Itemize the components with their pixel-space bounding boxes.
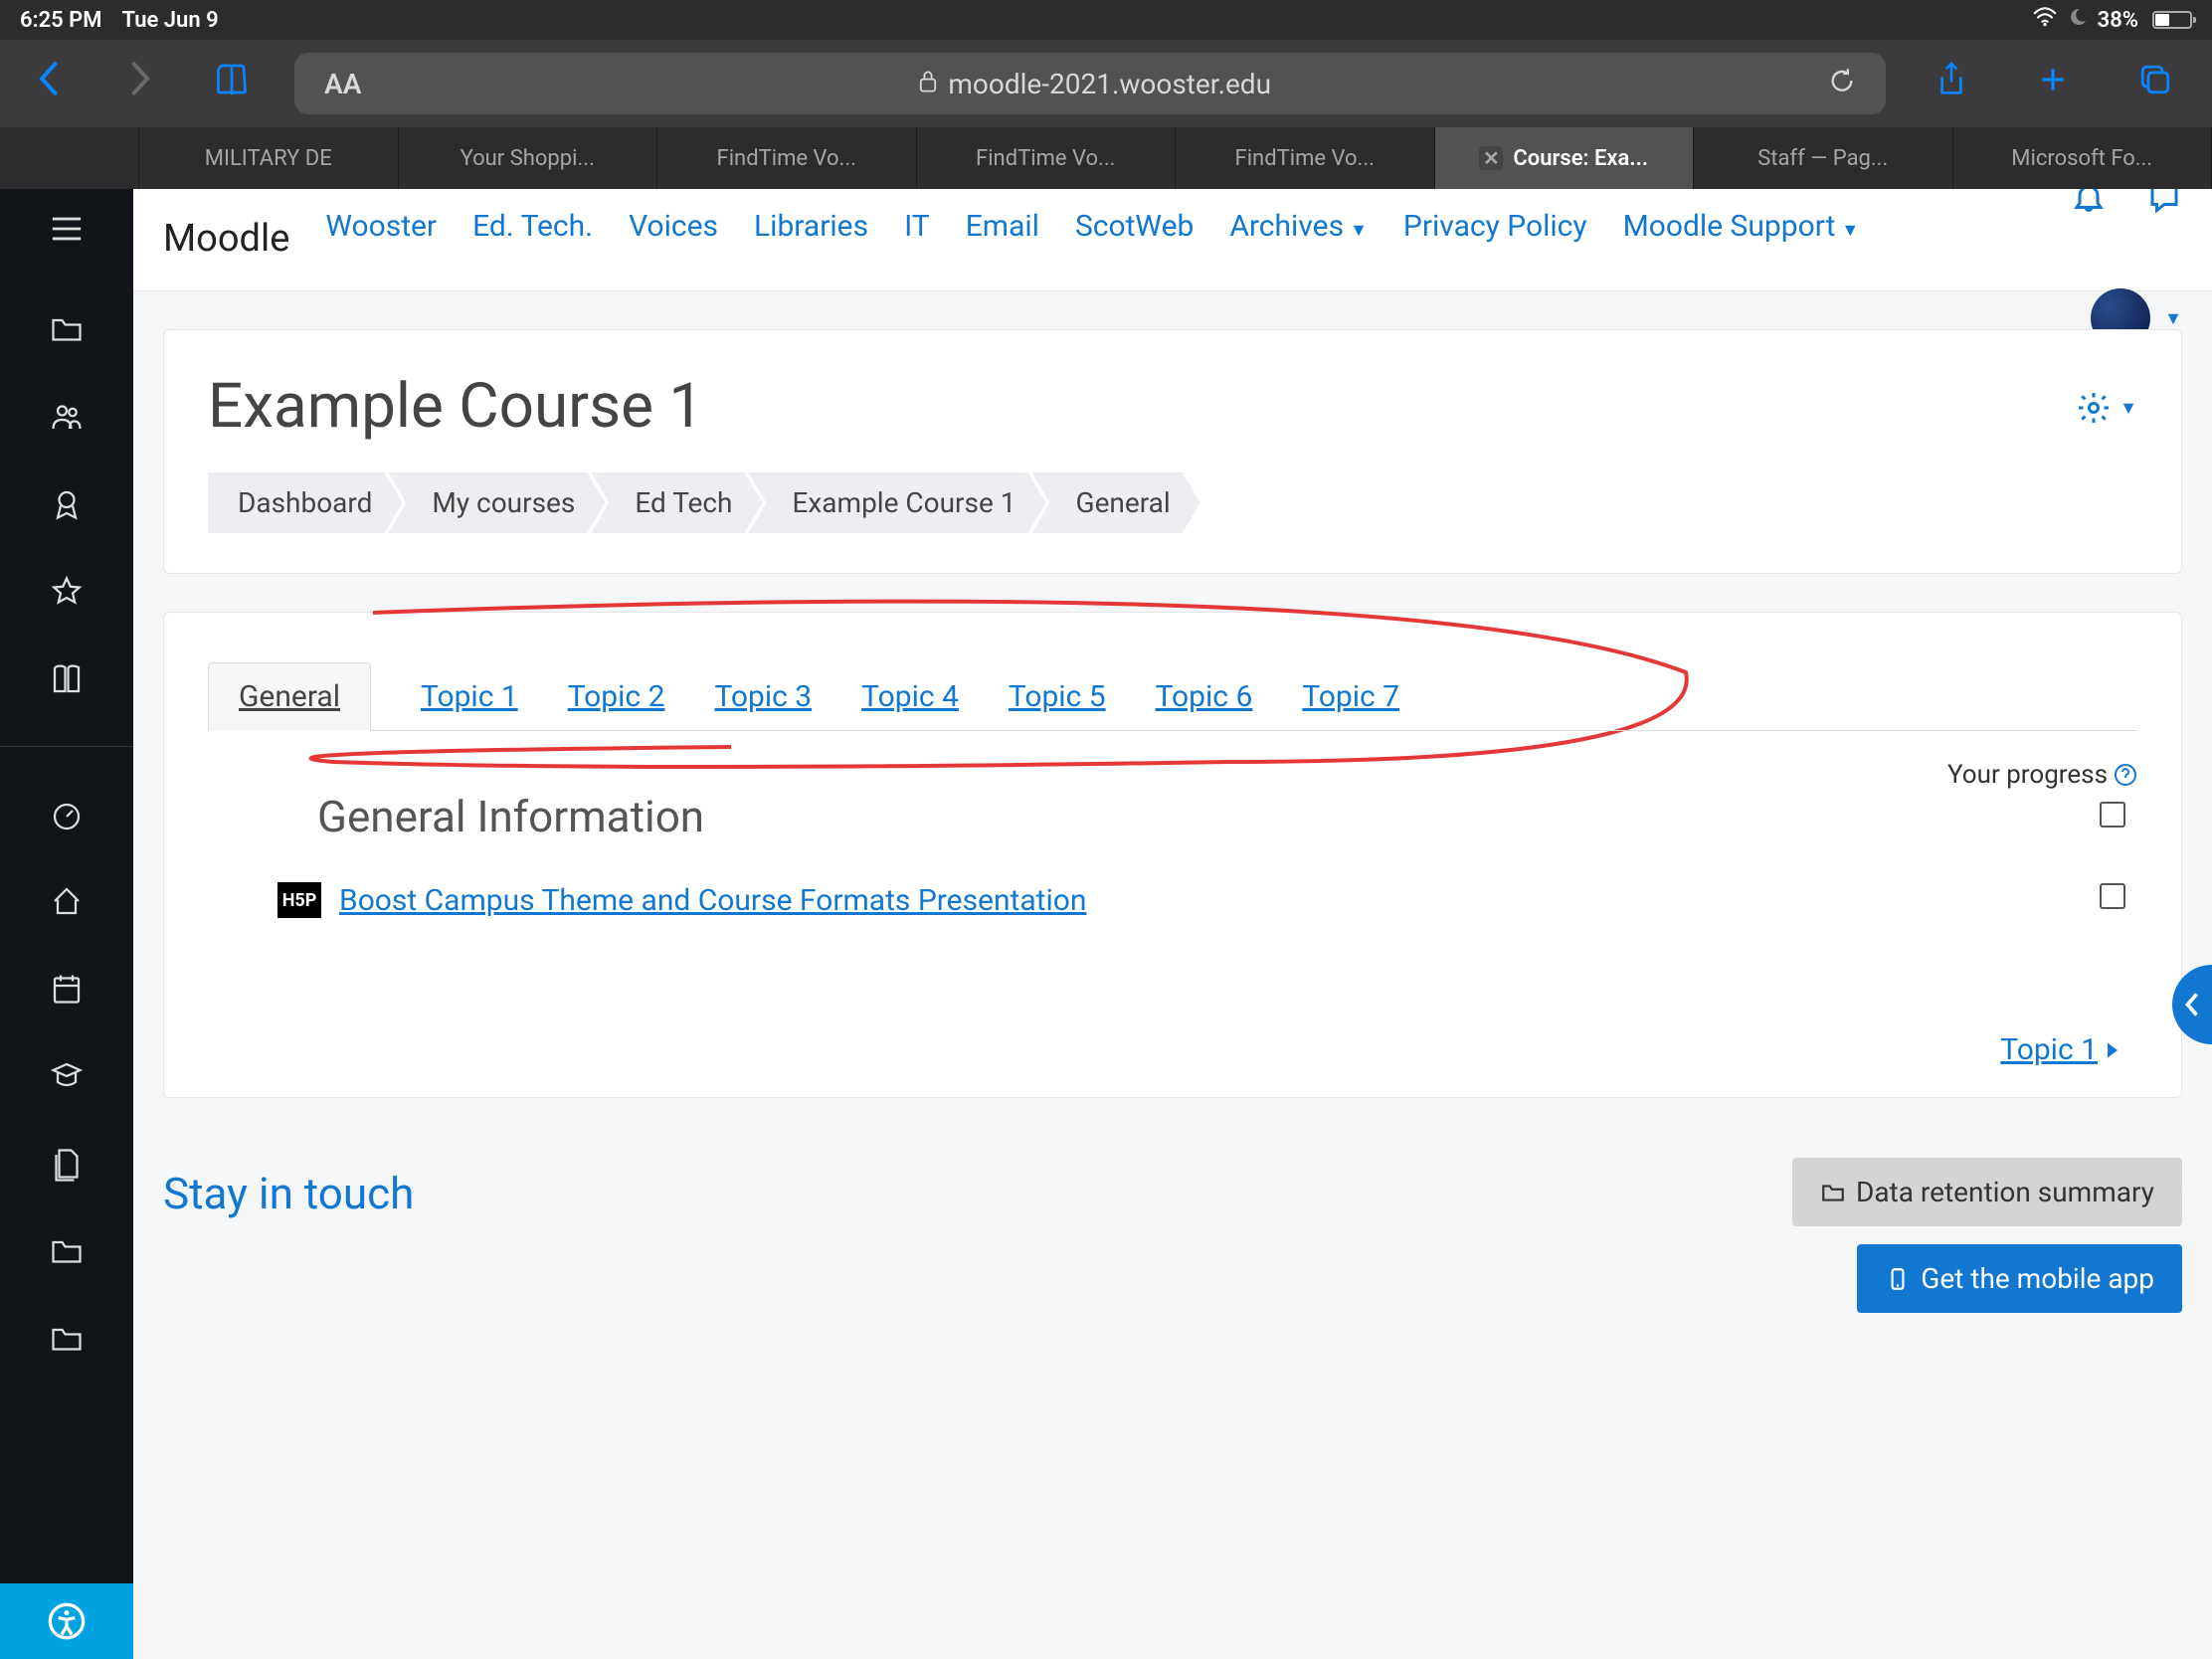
battery-percent: 38% bbox=[2098, 8, 2138, 33]
lock-icon bbox=[918, 68, 938, 100]
grades-icon[interactable] bbox=[46, 658, 88, 700]
browser-tab[interactable]: MILITARY DE bbox=[139, 127, 399, 189]
tab-topic5[interactable]: Topic 5 bbox=[1009, 663, 1106, 730]
activity-link[interactable]: Boost Campus Theme and Course Formats Pr… bbox=[339, 883, 1086, 918]
completion-checkbox[interactable] bbox=[2100, 802, 2125, 828]
h5p-icon: H5P bbox=[277, 882, 321, 918]
browser-tab-active[interactable]: ✕Course: Exa... bbox=[1435, 127, 1695, 189]
wifi-icon bbox=[2032, 7, 2058, 33]
nav-libraries[interactable]: Libraries bbox=[754, 209, 868, 244]
forward-button[interactable] bbox=[109, 58, 169, 109]
new-tab-button[interactable] bbox=[2017, 63, 2089, 104]
chevron-down-icon: ▼ bbox=[2164, 308, 2182, 329]
bookmarks-button[interactable] bbox=[199, 58, 265, 109]
folder-icon[interactable] bbox=[46, 308, 88, 350]
course-settings-button[interactable]: ▼ bbox=[2076, 390, 2137, 426]
folder3-icon[interactable] bbox=[46, 1318, 88, 1360]
nav-wooster[interactable]: Wooster bbox=[325, 209, 437, 244]
url-text: moodle-2021.wooster.edu bbox=[948, 68, 1271, 100]
moodle-brand[interactable]: Moodle bbox=[163, 217, 289, 261]
help-icon[interactable] bbox=[2114, 763, 2137, 787]
files-icon[interactable] bbox=[46, 1143, 88, 1185]
tabs-button[interactable] bbox=[2119, 63, 2192, 105]
browser-tab[interactable]: Your Shoppi... bbox=[399, 127, 658, 189]
crumb-general[interactable]: General bbox=[1032, 472, 1200, 533]
safari-tabs: MILITARY DE Your Shoppi... FindTime Vo..… bbox=[0, 127, 2212, 189]
nav-edtech[interactable]: Ed. Tech. bbox=[472, 209, 593, 244]
home-icon[interactable] bbox=[46, 880, 88, 922]
status-date: Tue Jun 9 bbox=[122, 8, 219, 33]
crumb-mycourses[interactable]: My courses bbox=[388, 472, 605, 533]
accessibility-button[interactable] bbox=[0, 1583, 133, 1659]
crumb-edtech[interactable]: Ed Tech bbox=[591, 472, 762, 533]
nav-archives[interactable]: Archives▼ bbox=[1229, 209, 1368, 244]
tab-topic3[interactable]: Topic 3 bbox=[714, 663, 812, 730]
url-bar[interactable]: AA moodle-2021.wooster.edu bbox=[294, 53, 1886, 114]
messages-icon[interactable] bbox=[2146, 189, 2182, 223]
course-title: Example Course 1 bbox=[208, 370, 2137, 443]
close-tab-icon[interactable]: ✕ bbox=[1479, 146, 1503, 170]
reload-button[interactable] bbox=[1828, 67, 1856, 101]
competencies-icon[interactable] bbox=[46, 571, 88, 613]
main-content: Moodle Wooster Ed. Tech. Voices Librarie… bbox=[133, 189, 2212, 1659]
course-content: General Topic 1 Topic 2 Topic 3 Topic 4 … bbox=[163, 612, 2182, 1098]
browser-tab[interactable]: FindTime Vo... bbox=[917, 127, 1177, 189]
back-button[interactable] bbox=[20, 58, 80, 109]
tab-general[interactable]: General bbox=[208, 662, 371, 731]
crumb-course[interactable]: Example Course 1 bbox=[748, 472, 1045, 533]
text-size-button[interactable]: AA bbox=[324, 68, 361, 100]
notifications-icon[interactable] bbox=[2071, 189, 2107, 223]
tab-topic7[interactable]: Topic 7 bbox=[1302, 663, 1399, 730]
moon-icon bbox=[2068, 7, 2088, 33]
browser-tab[interactable]: FindTime Vo... bbox=[1176, 127, 1435, 189]
breadcrumb: Dashboard My courses Ed Tech Example Cou… bbox=[208, 472, 2137, 533]
moodle-top-nav: Moodle Wooster Ed. Tech. Voices Librarie… bbox=[133, 189, 2212, 291]
completion-checkbox[interactable] bbox=[2100, 883, 2125, 909]
participants-icon[interactable] bbox=[46, 396, 88, 438]
folder2-icon[interactable] bbox=[46, 1230, 88, 1272]
page-footer: Stay in touch Data retention summary Get… bbox=[133, 1128, 2212, 1319]
calendar-icon[interactable] bbox=[46, 968, 88, 1010]
browser-tab[interactable]: Microsoft Fo... bbox=[1953, 127, 2212, 189]
nav-voices[interactable]: Voices bbox=[629, 209, 718, 244]
tab-topic2[interactable]: Topic 2 bbox=[568, 663, 665, 730]
browser-tab[interactable]: FindTime Vo... bbox=[657, 127, 917, 189]
nav-it[interactable]: IT bbox=[904, 209, 930, 244]
safari-toolbar: AA moodle-2021.wooster.edu bbox=[0, 40, 2212, 127]
dashboard-icon[interactable] bbox=[46, 793, 88, 834]
activity-item: H5P Boost Campus Theme and Course Format… bbox=[277, 882, 2137, 918]
tab-topic4[interactable]: Topic 4 bbox=[861, 663, 959, 730]
next-topic-link[interactable]: Topic 1 bbox=[2000, 1032, 2121, 1067]
nav-privacy[interactable]: Privacy Policy bbox=[1403, 209, 1587, 244]
tab-topic6[interactable]: Topic 6 bbox=[1156, 663, 1253, 730]
topic-tabs: General Topic 1 Topic 2 Topic 3 Topic 4 … bbox=[208, 662, 2137, 731]
status-time: 6:25 PM bbox=[20, 8, 102, 33]
courses-icon[interactable] bbox=[46, 1055, 88, 1097]
moodle-sidebar bbox=[0, 189, 133, 1659]
nav-email[interactable]: Email bbox=[966, 209, 1039, 244]
browser-tab[interactable]: Staff — Pag... bbox=[1694, 127, 1953, 189]
mobile-app-button[interactable]: Get the mobile app bbox=[1857, 1244, 2182, 1313]
badges-icon[interactable] bbox=[46, 483, 88, 525]
course-header: Example Course 1 ▼ Dashboard My courses … bbox=[163, 329, 2182, 574]
nav-support[interactable]: Moodle Support▼ bbox=[1623, 209, 1860, 244]
nav-scotweb[interactable]: ScotWeb bbox=[1075, 209, 1194, 244]
crumb-dashboard[interactable]: Dashboard bbox=[208, 472, 402, 533]
progress-label: Your progress bbox=[1947, 760, 2137, 790]
share-button[interactable] bbox=[1916, 61, 1987, 107]
data-retention-button[interactable]: Data retention summary bbox=[1792, 1158, 2182, 1226]
battery-icon bbox=[2152, 11, 2192, 29]
ipad-status-bar: 6:25 PM Tue Jun 9 38% bbox=[0, 0, 2212, 40]
section-heading: General Information bbox=[317, 791, 2137, 842]
menu-toggle-button[interactable] bbox=[50, 209, 84, 253]
tab-topic1[interactable]: Topic 1 bbox=[421, 663, 518, 730]
